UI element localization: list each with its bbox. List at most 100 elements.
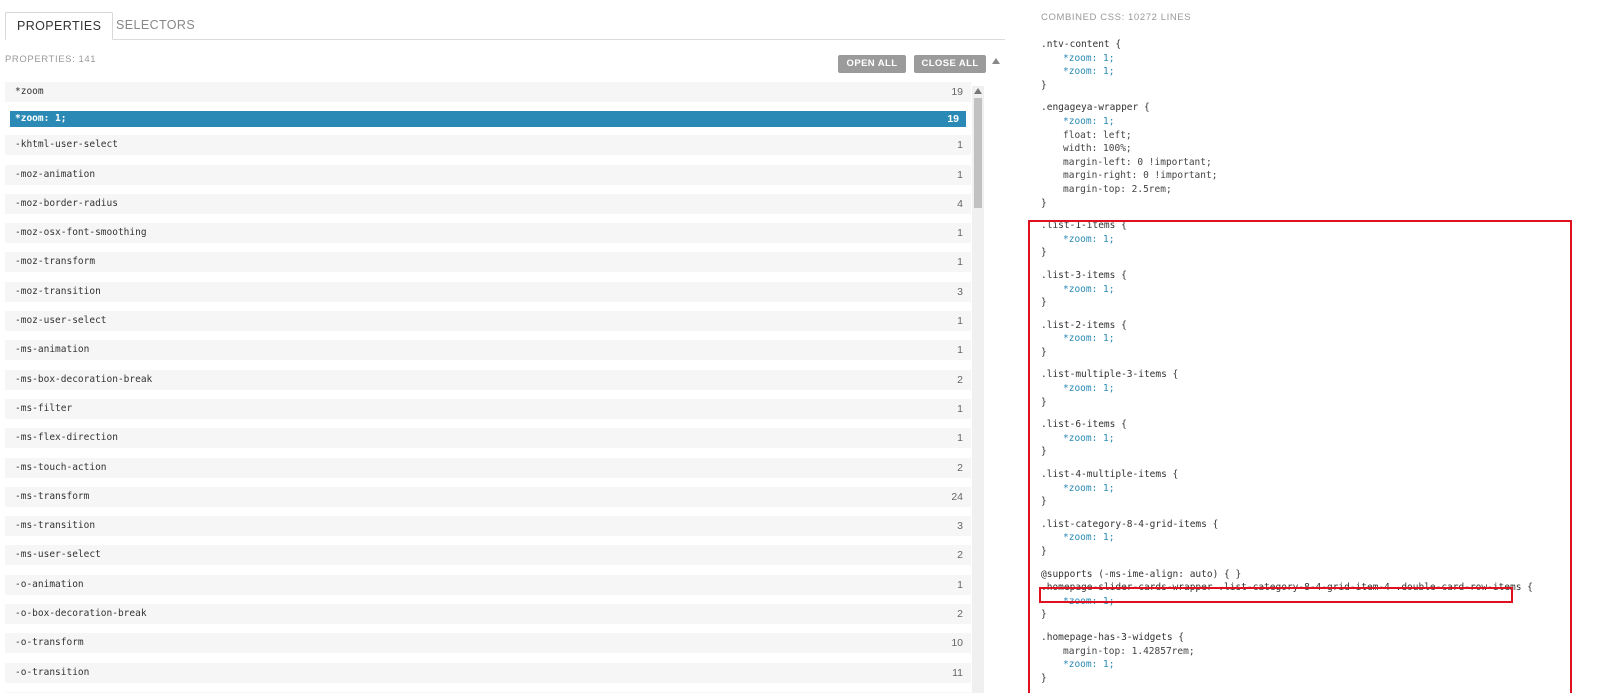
row-background	[5, 398, 971, 419]
open-all-button[interactable]: OPEN ALL	[838, 55, 906, 73]
property-name: -ms-user-select	[15, 549, 101, 561]
property-count: 1	[957, 256, 963, 269]
row-background	[5, 604, 971, 625]
property-name: -ms-transition	[15, 520, 96, 532]
property-name: -moz-border-radius	[15, 197, 118, 209]
property-count: 1	[957, 315, 963, 328]
row-background	[5, 82, 971, 102]
property-row[interactable]: -o-box-decoration-break 2	[5, 604, 971, 633]
css-block-spacer	[1041, 210, 1533, 219]
row-background	[10, 111, 966, 128]
property-count: 24	[951, 490, 963, 503]
property-row[interactable]: -moz-user-select 1	[5, 311, 971, 340]
property-name: -moz-transform	[15, 256, 96, 268]
property-count: 1	[957, 402, 963, 415]
properties-count: PROPERTIES: 141	[5, 54, 97, 65]
chevron-up-icon[interactable]	[974, 88, 982, 94]
row-background	[5, 252, 971, 273]
property-row[interactable]: -ms-filter 1	[5, 398, 971, 428]
property-count: 3	[957, 285, 963, 298]
property-name: -ms-transform	[15, 490, 90, 502]
property-count: 2	[957, 461, 963, 474]
property-row[interactable]: -moz-osx-font-smoothing 1	[5, 223, 971, 252]
property-name: -ms-touch-action	[15, 461, 107, 473]
scroll-up-icon[interactable]	[992, 58, 1000, 64]
property-count: 10	[951, 637, 963, 650]
row-background	[5, 135, 971, 156]
property-row[interactable]: *zoom 19	[5, 82, 971, 111]
property-count: 3	[957, 520, 963, 533]
property-count: 2	[957, 549, 963, 562]
css-closing-brace: }	[1041, 79, 1047, 91]
property-name: -moz-user-select	[15, 315, 107, 327]
property-name: -o-animation	[15, 578, 84, 590]
property-count: 1	[957, 139, 963, 152]
property-count: 19	[947, 113, 959, 126]
property-name: *zoom	[15, 86, 44, 97]
property-count: 4	[957, 197, 963, 210]
property-row[interactable]: -o-transition 11	[5, 662, 971, 692]
property-name: -moz-animation	[15, 168, 96, 180]
property-count: 1	[957, 227, 963, 240]
row-background	[5, 428, 971, 449]
property-row[interactable]: -o-animation 1	[5, 574, 971, 604]
tab-bar: PROPERTIES SELECTORS	[5, 12, 1005, 40]
property-row[interactable]: -khtml-user-select 1	[5, 135, 971, 164]
property-count: 11	[952, 666, 963, 679]
property-count: 2	[957, 373, 963, 386]
css-block-spacer	[1041, 92, 1533, 101]
row-background	[5, 164, 971, 185]
property-row-selected[interactable]: *zoom: 1; 19	[5, 111, 971, 135]
tab-properties[interactable]: PROPERTIES	[5, 12, 114, 40]
property-row[interactable]: -ms-user-select 2	[5, 545, 971, 574]
highlight-box-selectors	[1028, 220, 1572, 693]
row-background	[5, 545, 971, 566]
css-selector: .ntv-content {	[1041, 39, 1122, 50]
scrollbar-thumb[interactable]	[974, 98, 982, 208]
row-background	[5, 516, 971, 537]
property-name: -o-transform	[15, 637, 84, 649]
css-declaration: margin-left: 0 !important;	[1063, 156, 1212, 168]
row-background	[5, 311, 971, 332]
property-name: -o-transition	[15, 666, 90, 678]
row-background	[5, 574, 971, 595]
property-row[interactable]: -ms-transition 3	[5, 516, 971, 545]
css-selector: .engageya-wrapper {	[1041, 102, 1150, 114]
css-declaration: *zoom: 1;	[1063, 52, 1115, 64]
row-background	[5, 633, 971, 654]
css-declaration: margin-top: 2.5rem;	[1063, 183, 1172, 195]
css-declaration: float: left;	[1063, 129, 1132, 141]
properties-list: *zoom 19 *zoom: 1; 19 -khtml-user-select 1 -mo…	[5, 82, 971, 693]
highlight-box-long-selector	[1039, 587, 1513, 603]
property-name: -moz-transition	[15, 285, 101, 297]
row-background	[5, 486, 971, 507]
properties-panel: PROPERTIES SELECTORS PROPERTIES: 141 OPE…	[0, 0, 1010, 693]
property-count: 1	[957, 344, 963, 357]
css-declaration: *zoom: 1;	[1063, 115, 1115, 127]
css-declaration: margin-right: 0 !important;	[1063, 170, 1218, 182]
property-row[interactable]: -moz-transition 3	[5, 281, 971, 311]
property-name: -ms-animation	[15, 344, 90, 356]
property-row[interactable]: -ms-transform 24	[5, 486, 971, 516]
property-row[interactable]: -ms-flex-direction 1	[5, 428, 971, 457]
property-name: -o-box-decoration-break	[15, 608, 147, 620]
property-row[interactable]: -ms-animation 1	[5, 340, 971, 369]
row-background	[5, 193, 971, 214]
property-row[interactable]: -moz-border-radius 4	[5, 193, 971, 223]
property-row[interactable]: -ms-box-decoration-break 2	[5, 369, 971, 399]
property-name: -ms-filter	[15, 402, 73, 414]
property-count: 1	[957, 432, 963, 445]
property-name: *zoom: 1;	[15, 113, 67, 125]
property-name: -moz-osx-font-smoothing	[15, 227, 147, 239]
css-declaration: *zoom: 1;	[1063, 66, 1115, 78]
property-row[interactable]: -moz-transform 1	[5, 252, 971, 281]
property-row[interactable]: -o-transform 10	[5, 633, 971, 662]
property-name: -khtml-user-select	[15, 139, 118, 151]
property-row[interactable]: -ms-touch-action 2	[5, 457, 971, 487]
property-row[interactable]: -moz-animation 1	[5, 164, 971, 194]
tab-selectors[interactable]: SELECTORS	[105, 12, 206, 40]
property-name: -ms-flex-direction	[15, 432, 118, 444]
row-background	[5, 223, 971, 244]
property-count: 19	[951, 86, 963, 98]
close-all-button[interactable]: CLOSE ALL	[914, 55, 986, 73]
